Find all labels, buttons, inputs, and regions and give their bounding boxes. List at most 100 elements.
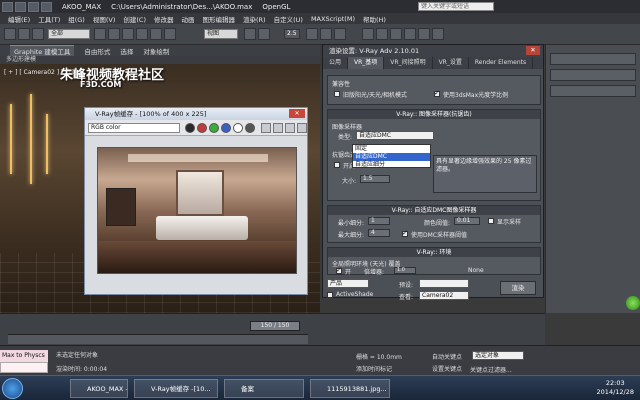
- dropdown-option-adaptive-dmc[interactable]: 自适应DMC: [353, 153, 430, 161]
- none-map-button[interactable]: None: [468, 267, 484, 274]
- clear-image-icon[interactable]: [273, 123, 283, 133]
- render-frame-icon[interactable]: [418, 28, 430, 40]
- menu-edit[interactable]: 编辑(E): [8, 14, 30, 24]
- ribbon-tab-selection[interactable]: 选择: [120, 46, 133, 56]
- menu-tools[interactable]: 工具(T): [38, 14, 60, 24]
- undo-icon[interactable]: [4, 28, 16, 40]
- show-samples-checkbox[interactable]: [488, 218, 494, 224]
- render-button[interactable]: 渲染: [500, 281, 536, 295]
- sampler-type-select[interactable]: 自适应DMC: [356, 131, 434, 140]
- search-input[interactable]: 键入关键字或短语: [418, 2, 494, 11]
- layer-icon[interactable]: [334, 28, 346, 40]
- link-icon[interactable]: [32, 28, 44, 40]
- channel-select[interactable]: RGB color: [88, 123, 180, 133]
- align-icon[interactable]: [320, 28, 332, 40]
- aa-filter-checkbox[interactable]: [334, 162, 340, 168]
- set-key-button[interactable]: 设置关键点: [432, 364, 462, 373]
- dropdown-option-adaptive-subdiv[interactable]: 自适应细分: [353, 161, 430, 169]
- tab-vray-gi[interactable]: VR_间接照明: [384, 57, 433, 69]
- key-filters-button[interactable]: 关键点过滤器...: [470, 365, 512, 374]
- menu-maxscript[interactable]: MAXScript(M): [311, 15, 355, 23]
- selection-filter-dropdown[interactable]: 全部: [48, 29, 90, 39]
- max-subdiv-field[interactable]: 4: [368, 229, 390, 237]
- tab-common[interactable]: 公用: [323, 57, 349, 69]
- red-channel-icon[interactable]: [197, 123, 207, 133]
- rect-region-icon[interactable]: [122, 28, 134, 40]
- alpha-channel-icon[interactable]: [233, 123, 243, 133]
- move-icon[interactable]: [136, 28, 148, 40]
- menu-group[interactable]: 组(G): [68, 14, 85, 24]
- taskbar-item-framebuffer[interactable]: V-Ray帧缓存 -[10...: [134, 379, 218, 398]
- schematic-icon[interactable]: [376, 28, 388, 40]
- object-type-rollout[interactable]: [550, 69, 636, 81]
- dropdown-option-fixed[interactable]: 固定: [353, 145, 430, 153]
- product-select[interactable]: 产品: [327, 279, 369, 288]
- menu-help[interactable]: 帮助(H): [363, 14, 386, 24]
- select-by-name-icon[interactable]: [108, 28, 120, 40]
- close-button[interactable]: ✕: [289, 109, 305, 118]
- menu-graph-editors[interactable]: 图形编辑器: [203, 14, 236, 24]
- time-slider[interactable]: 150 / 150: [250, 321, 300, 331]
- snap-icon[interactable]: [258, 28, 270, 40]
- close-icon[interactable]: ✕: [526, 46, 540, 55]
- redo-icon[interactable]: [18, 28, 30, 40]
- gi-env-checkbox[interactable]: [336, 266, 342, 274]
- view-select[interactable]: Camera02: [419, 291, 469, 300]
- selected-dropdown[interactable]: 选定对象: [472, 351, 524, 360]
- pivot-icon[interactable]: [244, 28, 256, 40]
- menu-create[interactable]: 创建(C): [123, 14, 146, 24]
- clr-thresh-field[interactable]: 0.01: [454, 217, 480, 225]
- tab-vray-base[interactable]: VR_基项: [348, 57, 385, 69]
- mirror-icon[interactable]: [306, 28, 318, 40]
- legacy-checkbox[interactable]: [334, 91, 340, 97]
- green-channel-icon[interactable]: [209, 123, 219, 133]
- ribbon-tab-freeform[interactable]: 自由形式: [84, 46, 110, 56]
- window-tab-1[interactable]: AKOO_MAX: [62, 3, 101, 11]
- name-color-rollout[interactable]: [550, 85, 636, 97]
- ribbon-tab-graphite[interactable]: Graphite 建模工具: [10, 45, 75, 56]
- save-image-icon[interactable]: [261, 123, 271, 133]
- preset-select[interactable]: [419, 279, 469, 288]
- scale-icon[interactable]: [164, 28, 176, 40]
- material-editor-icon[interactable]: [390, 28, 402, 40]
- start-button[interactable]: [2, 378, 23, 399]
- teapot-icon[interactable]: [297, 123, 307, 133]
- render-icon[interactable]: [432, 28, 444, 40]
- quick-open-button[interactable]: [28, 1, 39, 12]
- min-subdiv-field[interactable]: 1: [368, 217, 390, 225]
- tab-vray-settings[interactable]: VR_设置: [433, 57, 469, 69]
- menu-rendering[interactable]: 渲染(R): [243, 14, 266, 24]
- taskbar-item-image[interactable]: 1115913881.jpg...: [310, 379, 390, 398]
- ribbon-tab-object-paint[interactable]: 对象绘制: [143, 46, 169, 56]
- aa-size-field[interactable]: 1.5: [360, 175, 390, 183]
- command-panel-tabs[interactable]: [550, 53, 636, 65]
- blue-channel-icon[interactable]: [221, 123, 231, 133]
- menu-modifiers[interactable]: 修改器: [154, 14, 174, 24]
- auto-key-button[interactable]: 自动关键点: [432, 352, 462, 361]
- quick-new-button[interactable]: [15, 1, 26, 12]
- menu-customize[interactable]: 自定义(U): [274, 14, 303, 24]
- curve-editor-icon[interactable]: [362, 28, 374, 40]
- display-rgb-icon[interactable]: [185, 123, 195, 133]
- select-icon[interactable]: [94, 28, 106, 40]
- menu-views[interactable]: 视图(V): [93, 14, 116, 24]
- multiplier-field[interactable]: 1.0: [394, 267, 416, 274]
- add-time-tag[interactable]: 添加时间标记: [356, 364, 392, 373]
- photometric-checkbox[interactable]: [434, 89, 440, 97]
- render-setup-icon[interactable]: [404, 28, 416, 40]
- mono-channel-icon[interactable]: [245, 123, 255, 133]
- tab-render-elements[interactable]: Render Elements: [469, 57, 534, 69]
- maxscript-listener[interactable]: Max to Physcs: [0, 350, 48, 362]
- taskbar-item-3dsmax[interactable]: AKOO_MAX -: [70, 379, 128, 398]
- quick-save-button[interactable]: [41, 1, 52, 12]
- use-dmc-checkbox[interactable]: [402, 229, 408, 237]
- maxscript-input[interactable]: [0, 362, 48, 373]
- activeshade-radio[interactable]: [327, 292, 333, 298]
- reference-coord-dropdown[interactable]: 视图: [204, 29, 238, 39]
- duplicate-icon[interactable]: [285, 123, 295, 133]
- app-menu-button[interactable]: [2, 1, 13, 12]
- clock[interactable]: 22:03 2014/12/28: [597, 379, 634, 397]
- taskbar-item-folder[interactable]: 备案: [224, 379, 304, 398]
- menu-animation[interactable]: 动画: [182, 14, 195, 24]
- track-bar[interactable]: [8, 334, 308, 344]
